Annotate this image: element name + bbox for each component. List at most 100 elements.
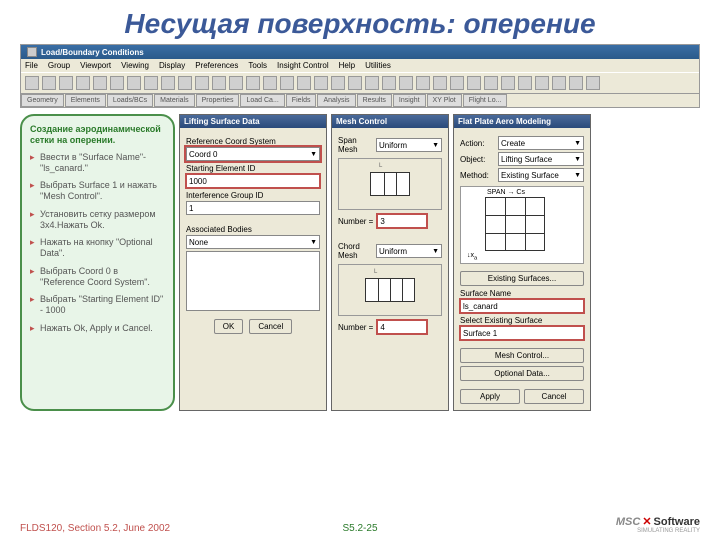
span-diagram: L xyxy=(338,158,442,210)
toolbar-icon[interactable] xyxy=(331,76,345,90)
toolbar-icon[interactable] xyxy=(518,76,532,90)
toolbar-icon[interactable] xyxy=(314,76,328,90)
cancel-button[interactable]: Cancel xyxy=(524,389,584,404)
instructions-panel: Создание аэродинамической сетки на опере… xyxy=(20,114,175,411)
chevron-down-icon: ▼ xyxy=(310,239,317,246)
optional-data-button[interactable]: Optional Data... xyxy=(460,366,584,381)
toolbar-icon[interactable] xyxy=(365,76,379,90)
toolbar-icon[interactable] xyxy=(382,76,396,90)
toolbar-icon[interactable] xyxy=(76,76,90,90)
menu-group[interactable]: Group xyxy=(48,61,70,70)
menu-preferences[interactable]: Preferences xyxy=(195,61,238,70)
toolbar-icon[interactable] xyxy=(535,76,549,90)
toolbar-icon[interactable] xyxy=(93,76,107,90)
toolbar-icon[interactable] xyxy=(246,76,260,90)
toolbar-icon[interactable] xyxy=(569,76,583,90)
menu-viewing[interactable]: Viewing xyxy=(121,61,149,70)
chord-diagram: L xyxy=(338,264,442,316)
menu-display[interactable]: Display xyxy=(159,61,185,70)
toolbar-icon[interactable] xyxy=(348,76,362,90)
toolbar-icon[interactable] xyxy=(144,76,158,90)
chord-number-input[interactable] xyxy=(377,320,427,334)
tab-materials[interactable]: Materials xyxy=(154,94,194,107)
tab-geometry[interactable]: Geometry xyxy=(21,94,64,107)
tabbar: Geometry Elements Loads/BCs Materials Pr… xyxy=(21,94,699,107)
toolbar-icon[interactable] xyxy=(161,76,175,90)
object-label: Object: xyxy=(460,155,494,164)
toolbar-icon[interactable] xyxy=(467,76,481,90)
span-number-label: Number = xyxy=(338,217,373,226)
toolbar-icon[interactable] xyxy=(110,76,124,90)
ok-button[interactable]: OK xyxy=(214,319,244,334)
menu-file[interactable]: File xyxy=(25,61,38,70)
tab-loadcases[interactable]: Load Ca... xyxy=(240,94,284,107)
span-number-input[interactable] xyxy=(377,214,427,228)
cancel-button[interactable]: Cancel xyxy=(249,319,292,334)
associated-bodies-list[interactable] xyxy=(186,251,320,311)
toolbar-icon[interactable] xyxy=(42,76,56,90)
toolbar-icon[interactable] xyxy=(59,76,73,90)
panel-title: Mesh Control xyxy=(332,115,448,128)
toolbar-icon[interactable] xyxy=(280,76,294,90)
tab-elements[interactable]: Elements xyxy=(65,94,106,107)
method-select[interactable]: Existing Surface▼ xyxy=(498,168,584,182)
associated-bodies-select[interactable]: None▼ xyxy=(186,235,320,249)
toolbar-icon[interactable] xyxy=(433,76,447,90)
toolbar-icon[interactable] xyxy=(552,76,566,90)
toolbar-icon[interactable] xyxy=(586,76,600,90)
mesh-control-button[interactable]: Mesh Control... xyxy=(460,348,584,363)
toolbar-icon[interactable] xyxy=(229,76,243,90)
span-mesh-label: Span Mesh xyxy=(338,136,372,154)
toolbar-icon[interactable] xyxy=(127,76,141,90)
instruction-item: Выбрать Coord 0 в "Reference Coord Syste… xyxy=(30,266,165,289)
toolbar-icon[interactable] xyxy=(178,76,192,90)
chord-mesh-select[interactable]: Uniform▼ xyxy=(376,244,442,258)
tab-analysis[interactable]: Analysis xyxy=(317,94,355,107)
tab-flightloads[interactable]: Flight Lo... xyxy=(463,94,508,107)
method-label: Method: xyxy=(460,171,494,180)
existing-surfaces-button[interactable]: Existing Surfaces... xyxy=(460,271,584,286)
menu-help[interactable]: Help xyxy=(339,61,355,70)
slide-footer: FLDS120, Section 5.2, June 2002 S5.2-25 … xyxy=(20,515,700,534)
toolbar-icon[interactable] xyxy=(416,76,430,90)
tab-properties[interactable]: Properties xyxy=(196,94,240,107)
action-label: Action: xyxy=(460,139,494,148)
toolbar-icon[interactable] xyxy=(484,76,498,90)
toolbar-icon[interactable] xyxy=(212,76,226,90)
interference-group-label: Interference Group ID xyxy=(186,191,320,200)
instructions-heading: Создание аэродинамической сетки на опере… xyxy=(30,124,165,146)
tab-fields[interactable]: Fields xyxy=(286,94,317,107)
instruction-item: Выбрать Surface 1 и нажать "Mesh Control… xyxy=(30,180,165,203)
tab-xyplot[interactable]: XY Plot xyxy=(427,94,462,107)
menu-utilities[interactable]: Utilities xyxy=(365,61,391,70)
toolbar-icon[interactable] xyxy=(501,76,515,90)
tab-results[interactable]: Results xyxy=(357,94,392,107)
toolbar-icon[interactable] xyxy=(195,76,209,90)
surface-name-label: Surface Name xyxy=(460,289,584,298)
ref-coord-label: Reference Coord System xyxy=(186,137,320,146)
toolbar-icon[interactable] xyxy=(450,76,464,90)
apply-button[interactable]: Apply xyxy=(460,389,520,404)
toolbar-icon[interactable] xyxy=(25,76,39,90)
chevron-down-icon: ▼ xyxy=(310,151,317,158)
surface-name-input[interactable] xyxy=(460,299,584,313)
span-mesh-select[interactable]: Uniform▼ xyxy=(376,138,442,152)
starting-element-input[interactable] xyxy=(186,174,320,188)
footer-left: FLDS120, Section 5.2, June 2002 xyxy=(20,523,170,534)
menu-tools[interactable]: Tools xyxy=(248,61,267,70)
menu-insight[interactable]: Insight Control xyxy=(277,61,329,70)
tab-loadsbcs[interactable]: Loads/BCs xyxy=(107,94,153,107)
ref-coord-select[interactable]: Coord 0▼ xyxy=(186,147,320,161)
toolbar-icon[interactable] xyxy=(263,76,277,90)
toolbar-icon[interactable] xyxy=(297,76,311,90)
toolbar-icon[interactable] xyxy=(399,76,413,90)
tab-insight[interactable]: Insight xyxy=(393,94,426,107)
menubar[interactable]: File Group Viewport Viewing Display Pref… xyxy=(21,59,699,72)
panel-title: Flat Plate Aero Modeling xyxy=(454,115,590,128)
menu-viewport[interactable]: Viewport xyxy=(80,61,111,70)
select-surface-input[interactable] xyxy=(460,326,584,340)
interference-group-input[interactable] xyxy=(186,201,320,215)
object-select[interactable]: Lifting Surface▼ xyxy=(498,152,584,166)
action-select[interactable]: Create▼ xyxy=(498,136,584,150)
associated-bodies-label: Associated Bodies xyxy=(186,225,320,234)
